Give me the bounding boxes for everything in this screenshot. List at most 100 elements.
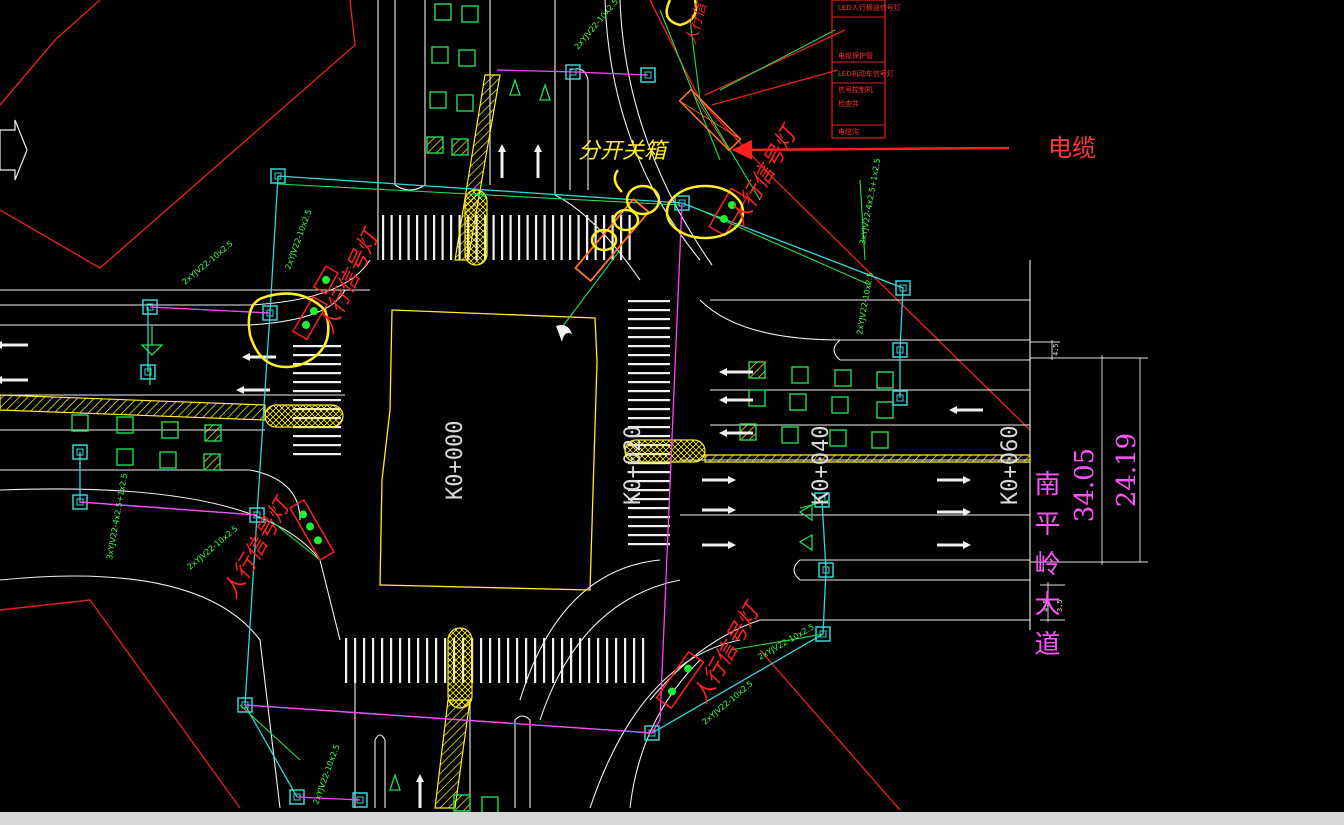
signal-heads — [289, 88, 748, 710]
crosswalk-stripe — [588, 638, 591, 683]
crosswalk-stripe — [628, 507, 670, 510]
crosswalk-stripe — [628, 381, 670, 384]
crosswalk-stripe — [509, 215, 512, 260]
crosswalk-stripe — [516, 638, 519, 683]
turn-arrow-outline-left — [0, 119, 28, 181]
crosswalk-stripe — [534, 638, 537, 683]
crosswalk-stripe — [628, 417, 670, 420]
crosswalk-stripe — [417, 638, 420, 683]
crosswalk-stripe — [633, 638, 636, 683]
crosswalk-stripe — [518, 215, 521, 260]
crosswalk-stripe — [628, 516, 670, 519]
crosswalk-stripe — [525, 638, 528, 683]
legend-row-0: LED人行横道信号灯 — [838, 3, 901, 12]
crosswalk-stripe — [594, 215, 597, 260]
crosswalk-stripe — [293, 372, 341, 375]
crosswalk-stripe — [628, 534, 670, 537]
crosswalk-stripe — [603, 215, 606, 260]
crosswalk-stripe — [543, 638, 546, 683]
legend-box: LED人行横道信号灯 电缆保护管 LED机动车信号灯 信号控制机 检查井 电缆沟 — [831, 0, 901, 139]
crosswalk-stripe — [416, 215, 419, 260]
crosswalk-stripe — [390, 215, 393, 260]
crosswalk-stripe — [507, 638, 510, 683]
crosswalk-west — [293, 345, 341, 456]
crosswalk-stripe — [399, 215, 402, 260]
crosswalk-stripe — [628, 399, 670, 402]
crosswalk-stripe — [293, 390, 341, 393]
crosswalk-stripe — [628, 309, 670, 312]
legend-row-1: 电缆保护管 — [838, 51, 873, 60]
crosswalk-stripe — [293, 444, 341, 447]
crosswalk-stripe — [560, 215, 563, 260]
crosswalk-stripe — [399, 638, 402, 683]
legend-row-5: 电缆沟 — [838, 127, 859, 136]
crosswalk-stripe — [501, 215, 504, 260]
cad-drawing-canvas[interactable]: LED人行横道信号灯 电缆保护管 LED机动车信号灯 信号控制机 检查井 电缆沟… — [0, 0, 1344, 812]
cable-routes-magenta — [79, 69, 683, 801]
crosswalk-stripe — [570, 638, 573, 683]
crosswalk-stripe — [293, 453, 341, 456]
road-width-1: 34.05 — [1070, 448, 1100, 522]
crosswalk-stripe — [408, 638, 411, 683]
crosswalk-stripe — [628, 372, 670, 375]
cable-label: 电缆 — [1048, 135, 1096, 162]
lane-markers-south — [453, 794, 499, 812]
cable-routes-green — [149, 9, 871, 761]
crosswalk-stripe — [293, 435, 341, 438]
crosswalk-stripe — [433, 215, 436, 260]
legend-row-3: 信号控制机 — [838, 85, 873, 94]
crosswalk-stripe — [628, 215, 631, 260]
crosswalk-stripe — [620, 215, 623, 260]
cable-spec-nw: 2xYJV22-10x2.5 — [181, 239, 235, 287]
legend-row-2: LED机动车信号灯 — [838, 69, 894, 78]
crosswalk-stripe — [642, 638, 645, 683]
crosswalk-stripe — [552, 638, 555, 683]
crosswalk-stripe — [372, 638, 375, 683]
crosswalk-stripe — [552, 215, 555, 260]
crosswalk-stripe — [498, 638, 501, 683]
crosswalk-stripe — [435, 638, 438, 683]
crosswalk-stripe — [606, 638, 609, 683]
lane-arrows — [0, 144, 983, 808]
crosswalk-stripe — [628, 345, 670, 348]
crosswalk-stripe — [628, 327, 670, 330]
crosswalk-stripe — [628, 354, 670, 357]
lane-markers-west — [71, 414, 222, 471]
crosswalk-stripe — [526, 215, 529, 260]
ped-signal-label-n: 人行信号灯 — [683, 0, 717, 46]
crosswalk-stripe — [450, 215, 453, 260]
crosswalk-stripe — [597, 638, 600, 683]
chainage-k0-060: K0+060 — [998, 426, 1023, 505]
cable-spec-sw: 2xYJV22-10x2.5 — [186, 524, 240, 572]
crosswalk-stripe — [345, 638, 348, 683]
road-width-2: 24.19 — [1112, 433, 1142, 507]
crosswalk-stripe — [569, 215, 572, 260]
crosswalk-stripe — [628, 336, 670, 339]
crosswalk-stripe — [426, 638, 429, 683]
crosswalk-stripe — [628, 408, 670, 411]
cable-spec-e2: 2xYJV22-10x2.5 — [855, 271, 875, 335]
crosswalk-stripe — [489, 638, 492, 683]
crosswalk-stripe — [480, 638, 483, 683]
crosswalk-stripe — [381, 638, 384, 683]
crosswalk-stripe — [628, 363, 670, 366]
crosswalk-stripe — [561, 638, 564, 683]
crosswalk-stripe — [293, 399, 341, 402]
signal-poles — [72, 64, 911, 808]
crosswalk-stripe — [577, 215, 580, 260]
legend-row-4: 检查井 — [838, 99, 859, 108]
cable-spec-nw2: 2xYJV22-10x2.5 — [283, 208, 313, 271]
crosswalk-stripe — [543, 215, 546, 260]
chainage-k0-040: K0+040 — [809, 426, 834, 505]
crosswalk-stripe — [424, 215, 427, 260]
crosswalk-stripe — [390, 638, 393, 683]
crosswalk-stripe — [441, 215, 444, 260]
crosswalk-south — [345, 638, 645, 683]
crosswalk-stripe — [444, 638, 447, 683]
crosswalk-stripe — [628, 390, 670, 393]
crosswalk-stripe — [293, 345, 341, 348]
cable-spec-n: 2xYJV22-10x2.5 — [573, 0, 621, 51]
chainage-k0-000: K0+000 — [443, 421, 468, 500]
north-arrow — [556, 325, 572, 342]
dim-small-top: 4.5 — [1052, 343, 1060, 356]
